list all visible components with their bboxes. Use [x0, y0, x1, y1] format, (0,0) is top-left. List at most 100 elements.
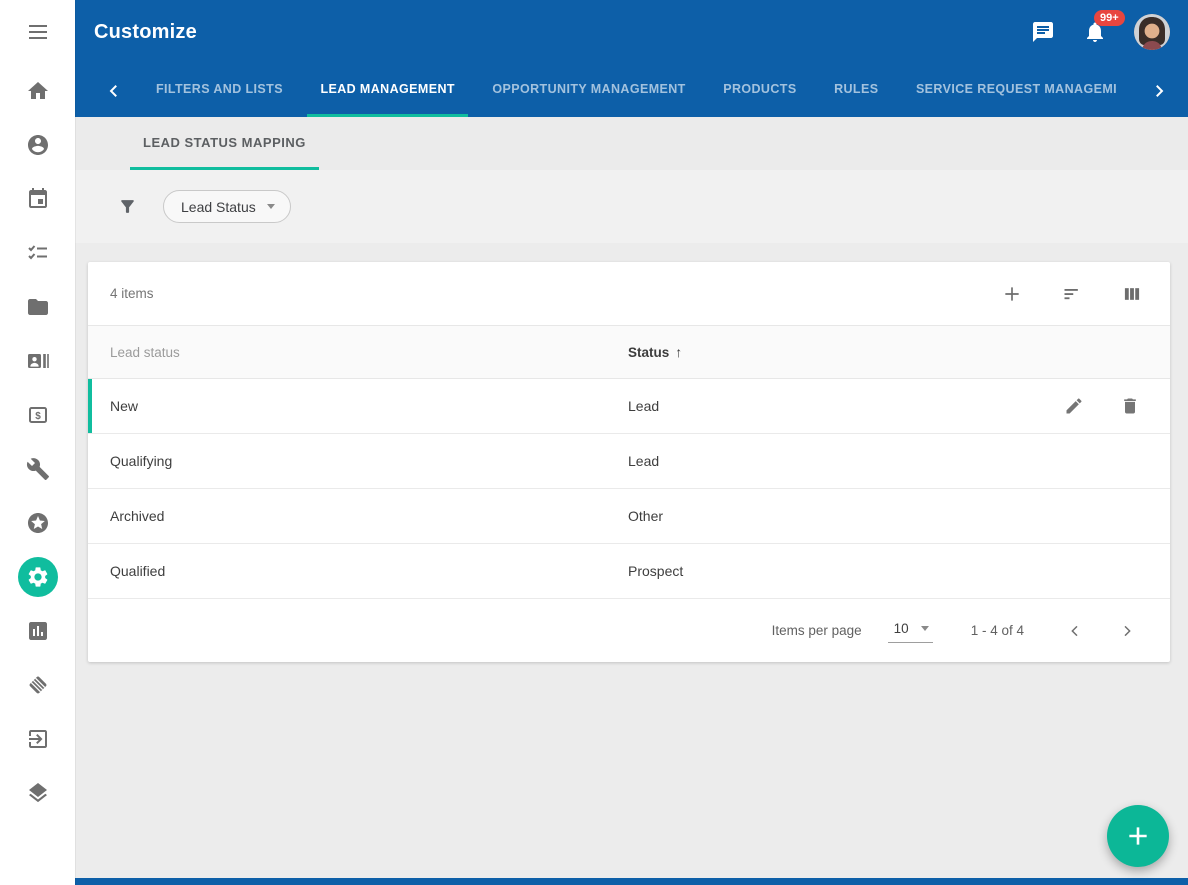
lead-status-cell: Qualifying	[88, 453, 628, 469]
exit-to-app-icon	[26, 727, 50, 751]
wrench-icon	[26, 457, 50, 481]
table-row[interactable]: Qualifying Lead	[88, 434, 1170, 489]
column-header-lead-status[interactable]: Lead status	[88, 345, 628, 360]
subtab-bar: LEAD STATUS MAPPING	[75, 117, 1188, 170]
previous-page-button[interactable]	[1060, 616, 1090, 646]
table-row[interactable]: Archived Other	[88, 489, 1170, 544]
plus-icon	[1002, 284, 1022, 304]
columns-button[interactable]	[1121, 283, 1143, 305]
bottom-strip	[75, 878, 1188, 885]
column-header-status[interactable]: Status ↑	[628, 344, 1038, 360]
notifications-button[interactable]: 99+	[1082, 19, 1108, 45]
status-cell: Lead	[628, 453, 1038, 469]
content-area: 4 items Lead status	[75, 243, 1188, 885]
person-icon	[26, 133, 50, 157]
columns-icon	[1122, 284, 1142, 304]
table-row[interactable]: New Lead	[88, 379, 1170, 434]
page-range-label: 1 - 4 of 4	[971, 623, 1024, 638]
gear-icon	[26, 565, 50, 589]
sidebar-item-home[interactable]	[0, 64, 75, 118]
sort-button[interactable]	[1061, 283, 1083, 305]
sort-icon	[1062, 284, 1082, 304]
subtab-lead-status-mapping[interactable]: LEAD STATUS MAPPING	[130, 117, 319, 170]
sidebar: $	[0, 0, 75, 885]
svg-text:$: $	[35, 411, 41, 422]
tabs-scroll-right-button[interactable]	[1144, 64, 1174, 117]
chevron-down-icon	[267, 204, 275, 209]
sidebar-item-tasks[interactable]	[0, 226, 75, 280]
chat-icon	[1031, 20, 1055, 44]
page-size-value: 10	[894, 621, 909, 636]
lead-status-mapping-card: 4 items Lead status	[88, 262, 1170, 662]
sort-ascending-icon: ↑	[675, 344, 682, 360]
sidebar-item-exit[interactable]	[0, 712, 75, 766]
filter-icon[interactable]	[118, 197, 137, 216]
table-header-row: Lead status Status ↑	[88, 326, 1170, 379]
items-per-page-label: Items per page	[772, 623, 862, 638]
appbar-actions: 99+	[1030, 14, 1170, 50]
card-toolbar: 4 items	[88, 262, 1170, 326]
tab-lead-management[interactable]: LEAD MANAGEMENT	[307, 64, 467, 117]
avatar[interactable]	[1134, 14, 1170, 50]
tab-bar: FILTERS AND LISTS LEAD MANAGEMENT OPPORT…	[75, 64, 1188, 117]
lead-status-cell: Qualified	[88, 563, 628, 579]
next-page-button[interactable]	[1112, 616, 1142, 646]
tabs: FILTERS AND LISTS LEAD MANAGEMENT OPPORT…	[143, 64, 1130, 117]
chevron-left-icon	[1067, 623, 1083, 639]
edit-button[interactable]	[1064, 396, 1084, 416]
app-bar: Customize 99+	[75, 0, 1188, 64]
add-fab-button[interactable]	[1107, 805, 1169, 867]
status-cell: Other	[628, 508, 1038, 524]
hamburger-menu-icon[interactable]	[0, 0, 75, 64]
tab-products[interactable]: PRODUCTS	[710, 64, 809, 117]
sidebar-item-reports[interactable]	[0, 604, 75, 658]
pencil-icon	[1064, 396, 1084, 416]
sidebar-item-billing[interactable]: $	[0, 388, 75, 442]
items-count: 4 items	[110, 286, 1001, 301]
column-header-status-label: Status	[628, 345, 669, 360]
sidebar-item-settings[interactable]	[0, 550, 75, 604]
sidebar-item-calendar[interactable]	[0, 172, 75, 226]
delete-button[interactable]	[1120, 396, 1140, 416]
lead-status-filter-chip[interactable]: Lead Status	[163, 190, 291, 223]
page-title: Customize	[94, 21, 1030, 44]
status-cell: Prospect	[628, 563, 1038, 579]
sidebar-item-tools[interactable]	[0, 442, 75, 496]
status-cell: Lead	[628, 398, 1038, 414]
page-size-select[interactable]: 10	[888, 618, 933, 643]
tab-filters-and-lists[interactable]: FILTERS AND LISTS	[143, 64, 296, 117]
add-item-button[interactable]	[1001, 283, 1023, 305]
tab-service-request-management[interactable]: SERVICE REQUEST MANAGEMI	[903, 64, 1130, 117]
contacts-icon	[26, 349, 50, 373]
tab-rules[interactable]: RULES	[821, 64, 891, 117]
row-actions	[1038, 396, 1170, 416]
tabs-scroll-left-button[interactable]	[99, 64, 129, 117]
calendar-icon	[26, 187, 50, 211]
pagination: Items per page 10 1 - 4 of 4	[88, 599, 1170, 662]
home-icon	[26, 79, 50, 103]
sidebar-item-folder[interactable]	[0, 280, 75, 334]
tab-opportunity-management[interactable]: OPPORTUNITY MANAGEMENT	[479, 64, 698, 117]
filter-bar: Lead Status	[75, 170, 1188, 243]
folder-icon	[26, 295, 50, 319]
chat-button[interactable]	[1030, 19, 1056, 45]
sidebar-item-star[interactable]	[0, 496, 75, 550]
table-row[interactable]: Qualified Prospect	[88, 544, 1170, 599]
sidebar-item-person[interactable]	[0, 118, 75, 172]
main-area: Customize 99+	[75, 0, 1188, 885]
chevron-down-icon	[921, 626, 929, 631]
lead-status-cell: Archived	[88, 508, 628, 524]
chip-label: Lead Status	[181, 199, 256, 215]
tasks-icon	[26, 241, 50, 265]
trash-icon	[1120, 396, 1140, 416]
plus-icon	[1125, 823, 1151, 849]
card-tools	[1001, 283, 1143, 305]
sidebar-item-contacts[interactable]	[0, 334, 75, 388]
lead-status-cell: New	[88, 398, 628, 414]
sidebar-item-layers[interactable]	[0, 766, 75, 820]
star-circle-icon	[26, 511, 50, 535]
sidebar-item-deals[interactable]	[0, 658, 75, 712]
chevron-right-icon	[1150, 82, 1168, 100]
notification-badge: 99+	[1094, 10, 1125, 26]
chevron-right-icon	[1119, 623, 1135, 639]
